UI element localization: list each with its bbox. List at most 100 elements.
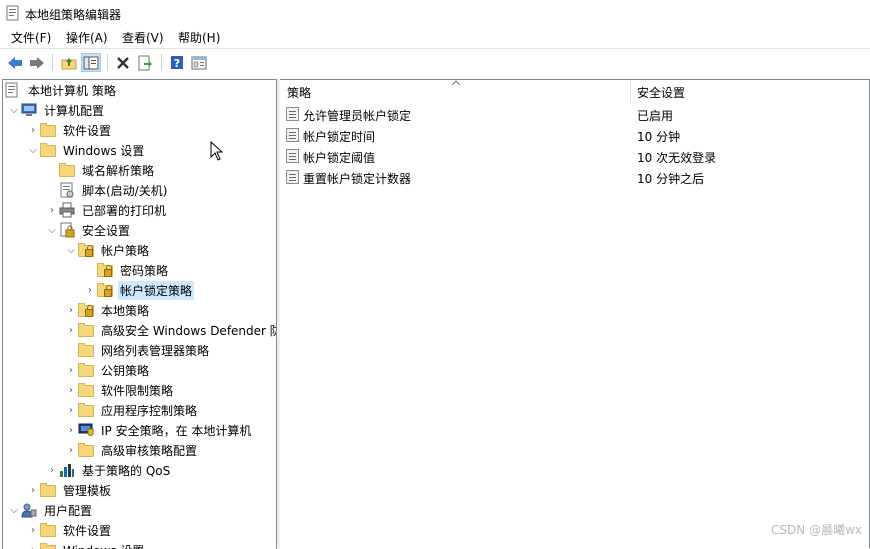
tree-item-local-policies[interactable]: › 本地策略 [64, 300, 151, 320]
tree-item-ip-security[interactable]: › IP 安全策略，在 本地计算机 [64, 420, 253, 440]
folder-icon [78, 442, 94, 458]
chevron-right-icon[interactable]: › [45, 200, 59, 220]
console-tree[interactable]: 本地计算机 策略 ⌵ 计算机配置 › 软件设置 ⌵ Windows 设置 域名解… [2, 79, 277, 549]
show-hide-tree-icon[interactable] [81, 53, 101, 72]
tree-item-label: 网络列表管理器策略 [99, 341, 211, 360]
tree-item-windows-defender-firewall[interactable]: › 高级安全 Windows Defender 防 [64, 320, 277, 340]
export-list-icon[interactable] [135, 53, 155, 72]
sort-ascending-icon [452, 80, 460, 85]
security-icon [59, 222, 75, 238]
tree-item-account-lockout-policy[interactable]: › 帐户锁定策略 [83, 280, 194, 300]
menu-help[interactable]: 帮助(H) [178, 29, 220, 46]
tree-item-network-list-manager[interactable]: 网络列表管理器策略 [64, 340, 211, 360]
tree-item-software-restriction[interactable]: › 软件限制策略 [64, 380, 175, 400]
tree-item-admin-templates[interactable]: › 管理模板 [26, 480, 113, 500]
lock-folder-icon [97, 262, 113, 278]
folder-icon [78, 362, 94, 378]
forward-arrow-icon[interactable] [27, 53, 47, 72]
delete-icon[interactable] [113, 53, 133, 72]
tree-item-scripts[interactable]: 脚本(启动/关机) [45, 180, 169, 200]
chevron-down-icon[interactable]: ⌵ [7, 500, 21, 520]
tree-item-label: Windows 设置 [61, 141, 146, 160]
tree-item-name-resolution-policy[interactable]: 域名解析策略 [45, 160, 156, 180]
list-item[interactable]: 帐户锁定时间 10 分钟 [280, 125, 868, 146]
tree-item-user-config[interactable]: ⌵ 用户配置 [7, 500, 94, 520]
tree-item-label: 用户配置 [42, 501, 94, 520]
column-header-security-setting[interactable]: 安全设置 [637, 81, 685, 103]
tree-item-public-key-policies[interactable]: › 公钥策略 [64, 360, 151, 380]
tree-item-application-control[interactable]: › 应用程序控制策略 [64, 400, 199, 420]
tree-item-software-settings[interactable]: › 软件设置 [26, 120, 113, 140]
menu-action[interactable]: 操作(A) [66, 29, 108, 46]
toolbar: ? [0, 48, 870, 77]
chevron-down-icon[interactable]: ⌵ [45, 220, 59, 240]
tree-item-label: 帐户锁定策略 [118, 281, 194, 300]
column-header-policy[interactable]: 策略 [287, 81, 311, 103]
tree-item-label: 域名解析策略 [80, 161, 156, 180]
chevron-right-icon[interactable]: › [45, 460, 59, 480]
policy-list[interactable]: 策略 安全设置 允许管理员帐户锁定 已启用 帐户锁定时间 10 分钟 帐户锁定阈… [280, 79, 870, 548]
tree-item-local-computer-policy[interactable]: 本地计算机 策略 [5, 80, 118, 100]
policy-setting-icon [286, 107, 299, 121]
tree-item-account-policies[interactable]: ⌵ 帐户策略 [64, 240, 151, 260]
policy-setting-icon [286, 170, 299, 184]
policy-setting-icon [286, 128, 299, 142]
list-item[interactable]: 允许管理员帐户锁定 已启用 [280, 104, 868, 125]
folder-icon [78, 342, 94, 358]
folder-icon [40, 482, 56, 498]
chevron-right-icon[interactable]: › [64, 300, 78, 320]
policy-name: 允许管理员帐户锁定 [303, 107, 411, 124]
menu-view[interactable]: 查看(V) [122, 29, 164, 46]
chevron-right-icon[interactable]: › [26, 480, 40, 500]
tree-item-deployed-printers[interactable]: › 已部署的打印机 [45, 200, 168, 220]
chevron-right-icon[interactable]: › [64, 440, 78, 460]
chevron-right-icon[interactable]: › [64, 320, 78, 340]
help-icon[interactable]: ? [167, 53, 187, 72]
chevron-down-icon[interactable]: ⌵ [7, 100, 21, 120]
chevron-right-icon[interactable]: › [64, 380, 78, 400]
tree-item-password-policy[interactable]: 密码策略 [83, 260, 170, 280]
tree-item-label: 高级安全 Windows Defender 防 [99, 321, 277, 340]
chevron-right-icon[interactable]: › [64, 400, 78, 420]
chevron-right-icon[interactable]: › [83, 280, 97, 300]
chevron-right-icon[interactable]: › [64, 360, 78, 380]
tree-item-security-settings[interactable]: ⌵ 安全设置 [45, 220, 132, 240]
tree-item-label: 高级审核策略配置 [99, 441, 199, 460]
policy-setting-icon [286, 149, 299, 163]
tree-item-advanced-audit[interactable]: › 高级审核策略配置 [64, 440, 199, 460]
tree-item-label: 管理模板 [61, 481, 113, 500]
folder-icon [40, 122, 56, 138]
chevron-right-icon[interactable]: › [64, 420, 78, 440]
back-arrow-icon[interactable] [5, 53, 25, 72]
tree-item-policy-based-qos[interactable]: › 基于策略的 QoS [45, 460, 172, 480]
tree-item-label: 本地计算机 策略 [26, 81, 118, 100]
script-icon [59, 182, 75, 198]
tree-item-label: 软件设置 [61, 121, 113, 140]
chevron-right-icon[interactable]: › [26, 120, 40, 140]
computer-icon [21, 102, 37, 118]
lock-folder-icon [78, 302, 94, 318]
chevron-right-icon[interactable]: › [26, 520, 40, 540]
folder-icon [40, 522, 56, 538]
list-item[interactable]: 重置帐户锁定计数器 10 分钟之后 [280, 167, 868, 188]
mouse-cursor-icon [210, 141, 223, 161]
tree-item-computer-config[interactable]: ⌵ 计算机配置 [7, 100, 106, 120]
tree-item-label: 脚本(启动/关机) [80, 181, 169, 200]
list-item[interactable]: 帐户锁定阈值 10 次无效登录 [280, 146, 868, 167]
tree-item-user-software-settings[interactable]: › 软件设置 [26, 520, 113, 540]
properties-icon[interactable] [189, 53, 209, 72]
tree-item-label: 已部署的打印机 [80, 201, 168, 220]
tree-item-label: 本地策略 [99, 301, 151, 320]
chevron-down-icon[interactable]: ⌵ [64, 240, 78, 260]
tree-item-windows-settings[interactable]: ⌵ Windows 设置 [26, 140, 146, 160]
tree-item-label: IP 安全策略，在 本地计算机 [99, 421, 253, 440]
policy-value: 10 分钟之后 [637, 170, 704, 187]
svg-text:?: ? [174, 57, 180, 70]
tree-item-label: 软件限制策略 [99, 381, 175, 400]
tree-item-label: 应用程序控制策略 [99, 401, 199, 420]
menu-file[interactable]: 文件(F) [11, 29, 51, 46]
up-folder-icon[interactable] [59, 53, 79, 72]
lock-folder-icon [78, 242, 94, 258]
chevron-down-icon[interactable]: ⌵ [26, 140, 40, 160]
policy-name: 帐户锁定时间 [303, 128, 375, 145]
